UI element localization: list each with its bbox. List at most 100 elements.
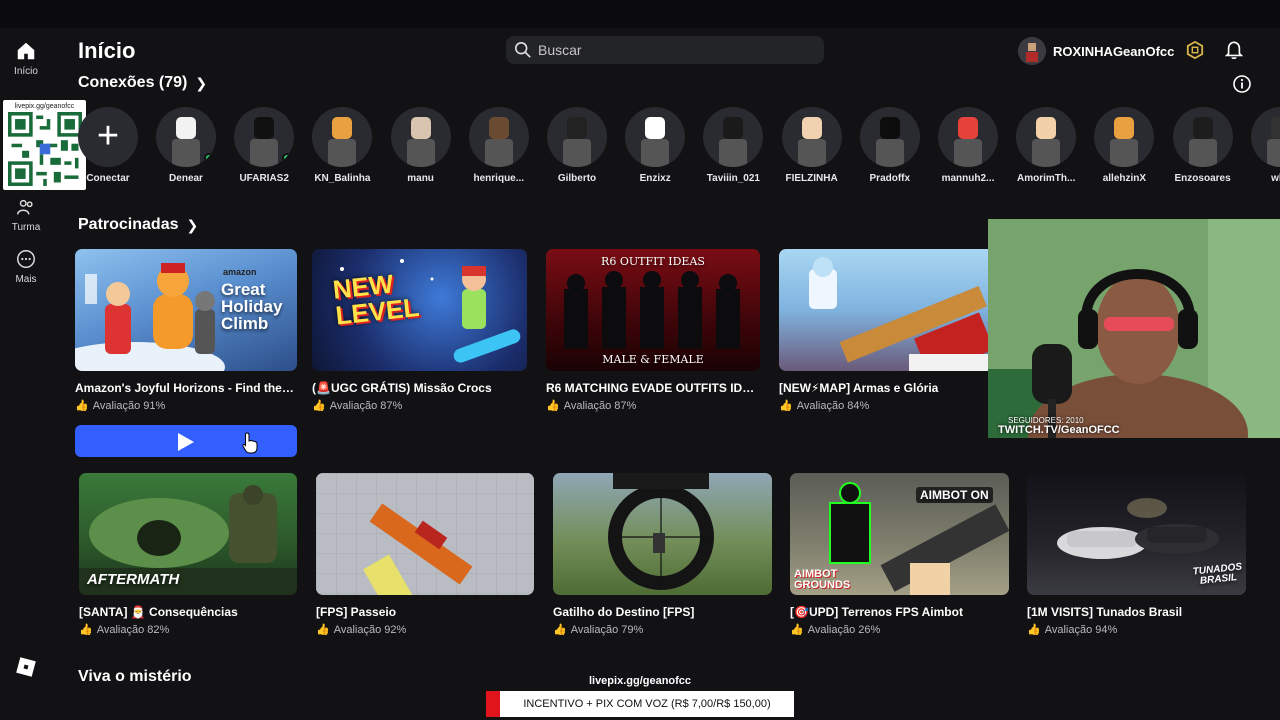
connection-avatar[interactable] (1094, 107, 1155, 167)
connection-name: Enzixz (639, 173, 671, 184)
page-title: Início (78, 38, 136, 63)
game-thumbnail[interactable]: R6 OUTFIT IDEAS MALE & FEMALE (546, 249, 760, 371)
connection-name: FIELZINHA (785, 173, 838, 184)
thumbnail-title: Great Holiday Climb (221, 280, 283, 333)
add-connection-circle[interactable]: + (78, 107, 138, 167)
rating-text: Avaliação 87% (563, 399, 637, 412)
game-card[interactable]: AIMBOT ON AIMBOT GROUNDS [🎯UPD] Terrenos… (790, 473, 1009, 636)
connection-item[interactable]: wha (1246, 107, 1280, 184)
game-name: [FPS] Passeio (316, 605, 397, 619)
connection-item[interactable]: manu (386, 107, 456, 184)
game-thumbnail[interactable]: AIMBOT ON AIMBOT GROUNDS (790, 473, 1009, 595)
game-card[interactable]: TUNADOS BRASIL [1M VISITS] Tunados Brasi… (1027, 473, 1246, 636)
search-input[interactable] (538, 36, 808, 64)
connection-item[interactable]: henrique... (464, 107, 534, 184)
connection-item[interactable]: FIELZINHA (777, 107, 847, 184)
connection-item[interactable]: AmorimTh... (1011, 107, 1081, 184)
rail-item-inicio[interactable]: Início (0, 40, 52, 77)
game-card[interactable]: R6 OUTFIT IDEAS MALE & FEMALE R6 MATCHIN… (546, 249, 760, 412)
connection-avatar[interactable] (468, 107, 529, 167)
sponsored-header[interactable]: Patrocinadas ❯ (78, 216, 198, 234)
connection-avatar[interactable] (1250, 107, 1280, 167)
connection-name: AmorimTh... (1017, 173, 1076, 184)
thumbs-up-icon: 👍 (553, 624, 567, 636)
search-bar[interactable] (506, 36, 824, 64)
hand-cursor-icon (242, 432, 258, 454)
game-thumbnail[interactable] (553, 473, 772, 595)
rating-text: Avaliação 84% (796, 399, 870, 412)
game-rating: 👍 Avaliação 87% (312, 399, 527, 413)
connection-avatar[interactable] (1172, 107, 1233, 167)
connection-name: allehzinX (1102, 173, 1147, 184)
connection-avatar[interactable] (625, 107, 686, 167)
game-card[interactable]: [NEW⚡MAP] Armas e Glória 👍 Avaliação 84% (779, 249, 989, 412)
thumbs-up-icon: 👍 (316, 624, 330, 636)
rating-text: Avaliação 87% (329, 399, 403, 412)
game-thumbnail[interactable] (779, 249, 989, 371)
info-icon[interactable] (1232, 74, 1252, 94)
connection-avatar[interactable] (938, 107, 998, 167)
connection-item[interactable]: Taviiin_021 (698, 107, 768, 184)
game-thumbnail[interactable] (316, 473, 534, 595)
thumbs-up-icon: 👍 (790, 624, 804, 636)
game-name: Gatilho do Destino [FPS] (553, 605, 695, 619)
rail-item-turma[interactable]: Turma (0, 196, 52, 233)
connections-header[interactable]: Conexões (79) ❯ (78, 74, 207, 92)
avatar[interactable] (1018, 37, 1046, 65)
connect-button[interactable]: + Conectar (73, 107, 143, 184)
connection-item[interactable]: Pradoffx (855, 107, 925, 184)
game-card[interactable]: AFTERMATH [SANTA] 🎅 Consequências 👍 Avali… (79, 473, 297, 636)
user-profile[interactable]: ROXINHAGeanOfcc (1018, 36, 1174, 66)
rating-text: Avaliação 82% (96, 623, 170, 636)
more-icon (17, 250, 35, 268)
connection-name: henrique... (473, 173, 525, 184)
rail-item-mais[interactable]: Mais (0, 248, 52, 285)
game-thumbnail[interactable]: AFTERMATH (79, 473, 297, 595)
connection-avatar[interactable] (547, 107, 607, 167)
livepix-url: livepix.gg/geanofcc (588, 675, 692, 687)
robux-icon[interactable] (1186, 41, 1204, 59)
connection-item[interactable]: Enzixz (620, 107, 690, 184)
connection-avatar[interactable] (312, 107, 373, 167)
game-card[interactable]: [FPS] Passeio 👍 Avaliação 92% (316, 473, 534, 636)
connection-avatar[interactable] (390, 107, 451, 167)
connection-item[interactable]: Gilberto (542, 107, 612, 184)
thumbnail-brand: amazon (223, 267, 257, 277)
connection-avatar[interactable] (1016, 107, 1077, 167)
thumbnail-title: AFTERMATH (87, 571, 180, 588)
connection-avatar[interactable] (703, 107, 764, 167)
connection-name: UFARIAS2 (239, 173, 289, 184)
connection-avatar[interactable] (781, 107, 842, 167)
thumbnail-subtitle: AIMBOT GROUNDS (794, 568, 851, 591)
game-name: (🚨UGC GRÁTIS) Missão Crocs (312, 381, 492, 395)
game-thumbnail[interactable]: amazon Great Holiday Climb (75, 249, 297, 371)
game-thumbnail[interactable]: TUNADOS BRASIL (1027, 473, 1246, 595)
connection-avatar[interactable] (156, 107, 216, 167)
connection-item[interactable]: UFARIAS2 (229, 107, 299, 184)
game-thumbnail[interactable]: NEW LEVEL (312, 249, 527, 371)
game-card[interactable]: NEW LEVEL (🚨UGC GRÁTIS) Missão Crocs 👍 Av… (312, 249, 527, 412)
rating-text: Avaliação 26% (807, 623, 881, 636)
play-icon (178, 433, 194, 451)
rating-text: Avaliação 91% (92, 399, 166, 412)
connection-avatar[interactable] (234, 107, 295, 167)
play-button[interactable] (75, 425, 297, 457)
connection-item[interactable]: mannuh2... (933, 107, 1003, 184)
sponsored-title: Patrocinadas (78, 216, 179, 233)
rail-item-label: Mais (15, 274, 37, 285)
donation-banner: INCENTIVO + PIX COM VOZ (R$ 7,00/R$ 150,… (486, 691, 794, 717)
game-card[interactable]: amazon Great Holiday Climb Amazon's Joyf… (75, 249, 297, 412)
game-rating: 👍 Avaliação 82% (79, 623, 297, 637)
connection-item[interactable]: Denear (151, 107, 221, 184)
thumbnail-subtitle: MALE & FEMALE (602, 353, 704, 366)
connection-item[interactable]: KN_Balinha (307, 107, 377, 184)
connection-avatar[interactable] (859, 107, 920, 167)
home-icon (17, 42, 35, 60)
connection-item[interactable]: allehzinX (1089, 107, 1159, 184)
game-rating: 👍 Avaliação 91% (75, 399, 297, 413)
game-card[interactable]: Gatilho do Destino [FPS] 👍 Avaliação 79% (553, 473, 772, 636)
group-icon (17, 199, 33, 215)
connection-name: wha (1271, 173, 1280, 184)
connection-item[interactable]: Enzosoares (1168, 107, 1238, 184)
notification-bell-icon[interactable] (1225, 40, 1243, 60)
